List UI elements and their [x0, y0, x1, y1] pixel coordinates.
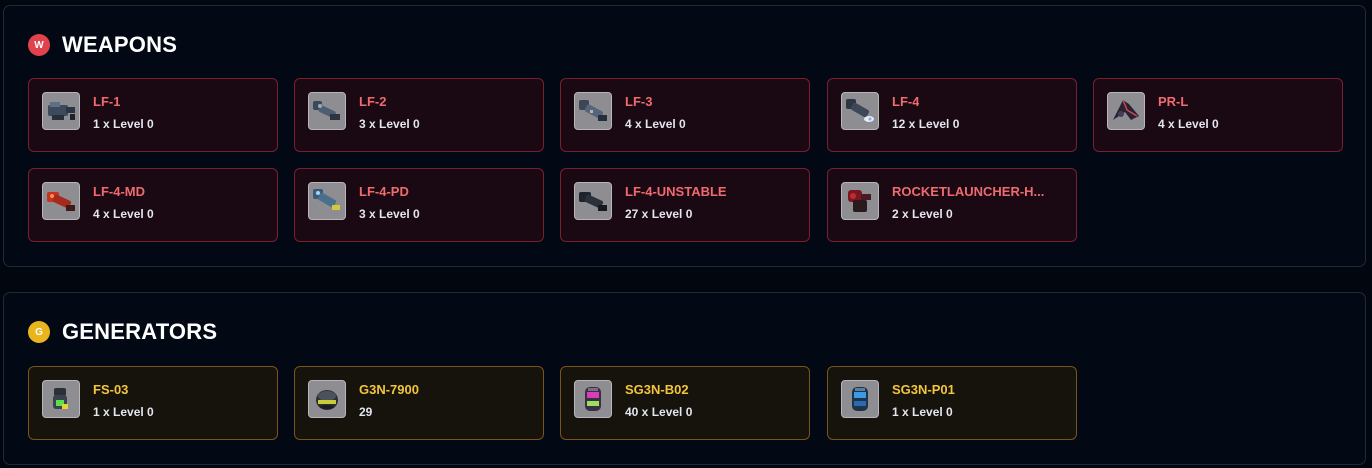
laser-cannon-icon: [308, 92, 346, 130]
generator-qty: 40 x Level 0: [625, 405, 693, 419]
weapon-name: LF-4-UNSTABLE: [625, 184, 727, 199]
generator-name: SG3N-P01: [892, 382, 955, 397]
laser-cannon-icon: [42, 182, 80, 220]
weapon-card-rocketlauncher[interactable]: ROCKETLAUNCHER-H... 2 x Level 0: [827, 168, 1077, 242]
weapon-qty: 3 x Level 0: [359, 117, 420, 131]
weapon-qty: 27 x Level 0: [625, 207, 693, 221]
weapon-card-pr-l[interactable]: PR-L 4 x Level 0: [1093, 78, 1343, 152]
weapon-name: LF-4: [892, 94, 920, 109]
generators-panel: G GENERATORS FS-03 1 x Level 0 G3N-7900 …: [3, 292, 1366, 465]
laser-cannon-icon: [574, 92, 612, 130]
weapons-header: W WEAPONS: [28, 32, 177, 58]
weapon-qty: 4 x Level 0: [1158, 117, 1219, 131]
generators-header: G GENERATORS: [28, 319, 217, 345]
generator-card-fs-03[interactable]: FS-03 1 x Level 0: [28, 366, 278, 440]
weapon-card-lf-2[interactable]: LF-2 3 x Level 0: [294, 78, 544, 152]
generator-name: SG3N-B02: [625, 382, 689, 397]
weapon-card-lf-1[interactable]: LF-1 1 x Level 0: [28, 78, 278, 152]
weapon-qty: 4 x Level 0: [93, 207, 154, 221]
weapon-name: PR-L: [1158, 94, 1189, 109]
weapon-name: LF-3: [625, 94, 653, 109]
prometheus-laser-icon: [1107, 92, 1145, 130]
weapon-card-lf-4[interactable]: LF-4 12 x Level 0: [827, 78, 1077, 152]
generator-card-g3n-7900[interactable]: G3N-7900 29: [294, 366, 544, 440]
generator-card-sg3n-p01[interactable]: SG3N-P01 1 x Level 0: [827, 366, 1077, 440]
laser-cannon-icon: [841, 92, 879, 130]
generators-title: GENERATORS: [62, 319, 218, 344]
laser-cannon-icon: [574, 182, 612, 220]
weapon-qty: 1 x Level 0: [93, 117, 154, 131]
speed-generator-icon: [308, 380, 346, 418]
weapon-card-lf-4-md[interactable]: LF-4-MD 4 x Level 0: [28, 168, 278, 242]
generator-card-sg3n-b02[interactable]: SG3N-B02 40 x Level 0: [560, 366, 810, 440]
weapon-name: LF-2: [359, 94, 387, 109]
rocket-launcher-icon: [841, 182, 879, 220]
weapon-name: LF-1: [93, 94, 121, 109]
weapons-panel: W WEAPONS LF-1 1 x Level 0 LF-2 3 x Leve…: [3, 5, 1366, 267]
shield-generator-icon: [42, 380, 80, 418]
laser-cannon-icon: [42, 92, 80, 130]
weapon-qty: 3 x Level 0: [359, 207, 420, 221]
weapon-name: ROCKETLAUNCHER-H...: [892, 184, 1045, 199]
weapon-card-lf-4-unstable[interactable]: LF-4-UNSTABLE 27 x Level 0: [560, 168, 810, 242]
generator-qty: 29: [359, 405, 373, 419]
weapon-name: LF-4-MD: [93, 184, 145, 199]
generators-badge: G: [28, 321, 50, 343]
weapons-title: WEAPONS: [62, 32, 178, 57]
generator-name: FS-03: [93, 382, 129, 397]
generator-qty: 1 x Level 0: [93, 405, 154, 419]
weapon-name: LF-4-PD: [359, 184, 409, 199]
weapon-qty: 2 x Level 0: [892, 207, 953, 221]
shield-generator-icon: [841, 380, 879, 418]
weapon-qty: 4 x Level 0: [625, 117, 686, 131]
generator-qty: 1 x Level 0: [892, 405, 953, 419]
weapon-card-lf-3[interactable]: LF-3 4 x Level 0: [560, 78, 810, 152]
shield-generator-icon: [574, 380, 612, 418]
weapon-qty: 12 x Level 0: [892, 117, 960, 131]
weapon-card-lf-4-pd[interactable]: LF-4-PD 3 x Level 0: [294, 168, 544, 242]
laser-cannon-icon: [308, 182, 346, 220]
weapons-badge: W: [28, 34, 50, 56]
generator-name: G3N-7900: [359, 382, 419, 397]
